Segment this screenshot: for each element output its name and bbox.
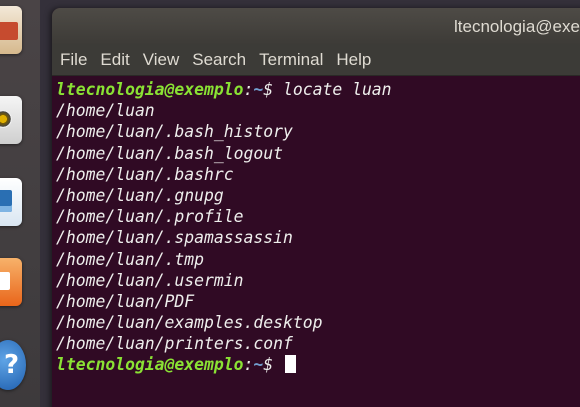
prompt-user-host: ltecnologia@exemplo bbox=[56, 355, 244, 375]
prompt-separator: : bbox=[243, 80, 254, 99]
menu-view[interactable]: View bbox=[143, 50, 180, 70]
command-text: locate luan bbox=[283, 80, 392, 99]
terminal-content[interactable]: ltecnologia@exemplo:~$ locate luan /home… bbox=[52, 76, 580, 376]
prompt-line: ltecnologia@exemplo:~$ bbox=[56, 354, 580, 375]
output-line: /home/luan/PDF bbox=[56, 291, 195, 311]
output-line: /home/luan bbox=[56, 101, 155, 121]
desktop: ? ltecnologia@exemplo: ~ File Edit View … bbox=[0, 0, 580, 407]
menu-search[interactable]: Search bbox=[192, 50, 246, 70]
prompt-separator: : bbox=[243, 355, 254, 375]
menu-edit[interactable]: Edit bbox=[100, 50, 129, 70]
command-line: ltecnologia@exemplo:~$ locate luan bbox=[56, 79, 580, 100]
menu-help[interactable]: Help bbox=[336, 50, 371, 70]
launcher: ? bbox=[0, 0, 40, 407]
menu-file[interactable]: File bbox=[60, 50, 87, 70]
files-icon[interactable] bbox=[0, 6, 22, 54]
output-line: /home/luan/.profile bbox=[56, 207, 244, 227]
output-line: /home/luan/.bash_logout bbox=[56, 143, 283, 163]
window-title: ltecnologia@exemplo: ~ bbox=[454, 17, 580, 36]
prompt-dir: ~ bbox=[253, 80, 264, 99]
output-line: /home/luan/examples.desktop bbox=[56, 313, 323, 333]
output-line: /home/luan/.bashrc bbox=[56, 164, 234, 184]
text-cursor bbox=[285, 355, 296, 374]
prompt-symbol: $ bbox=[263, 355, 283, 375]
title-bar[interactable]: ltecnologia@exemplo: ~ bbox=[52, 8, 580, 44]
output-line: /home/luan/.gnupg bbox=[56, 185, 224, 205]
output-line: /home/luan/printers.conf bbox=[56, 334, 293, 354]
output-line: /home/luan/.bash_history bbox=[56, 122, 293, 142]
output-line: /home/luan/.spamassassin bbox=[56, 228, 293, 248]
output-line: /home/luan/.usermin bbox=[56, 270, 244, 290]
prompt-symbol: $ bbox=[263, 80, 283, 99]
help-icon[interactable]: ? bbox=[0, 340, 26, 390]
menu-terminal[interactable]: Terminal bbox=[259, 50, 323, 70]
writer-icon[interactable] bbox=[0, 178, 22, 226]
sound-icon[interactable] bbox=[0, 96, 22, 144]
prompt-dir: ~ bbox=[253, 355, 264, 375]
impress-icon[interactable] bbox=[0, 258, 22, 306]
menu-bar: File Edit View Search Terminal Help bbox=[52, 44, 580, 76]
terminal-window[interactable]: ltecnologia@exemplo: ~ File Edit View Se… bbox=[52, 8, 580, 407]
output-line: /home/luan/.tmp bbox=[56, 249, 205, 269]
prompt-user-host: ltecnologia@exemplo bbox=[56, 80, 244, 99]
help-glyph: ? bbox=[4, 350, 20, 380]
